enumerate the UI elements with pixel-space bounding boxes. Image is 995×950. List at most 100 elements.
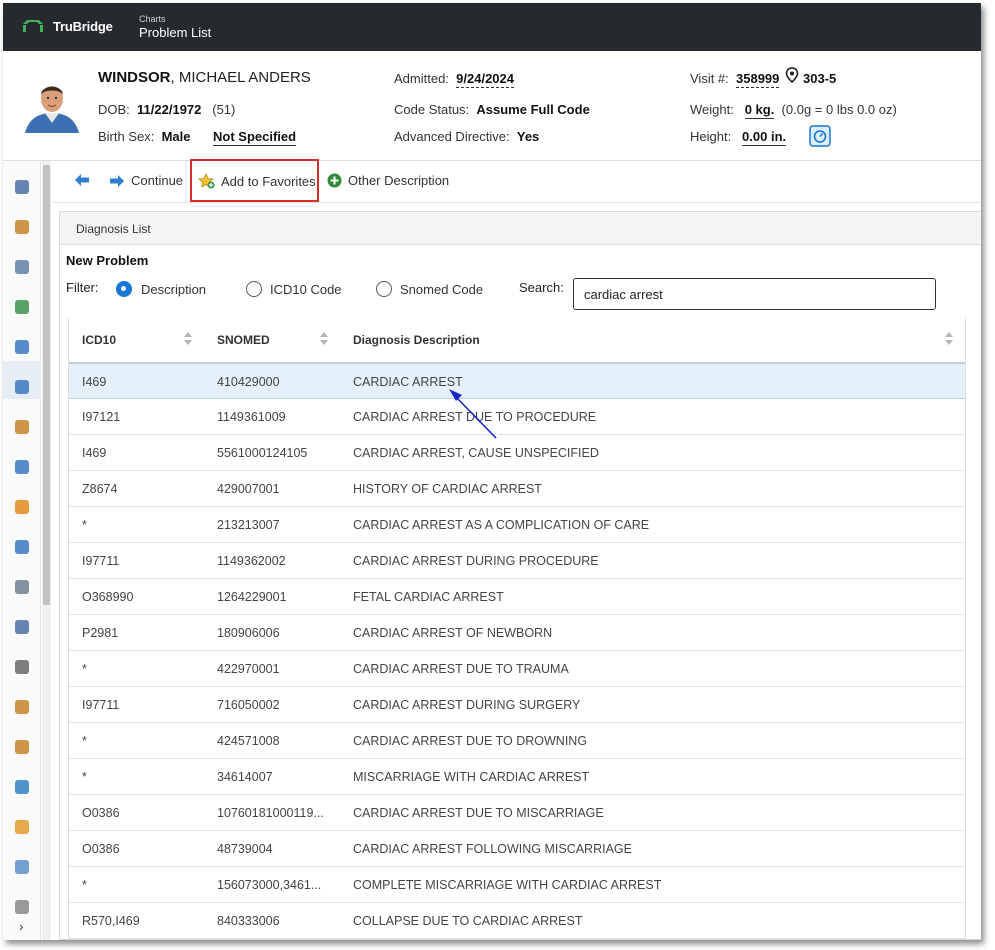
cell-description: CARDIAC ARREST DUE TO DROWNING bbox=[353, 734, 588, 748]
cell-snomed: 716050002 bbox=[217, 698, 280, 712]
table-row[interactable]: I97711 1149362002 CARDIAC ARREST DURING PR… bbox=[69, 543, 965, 579]
file-list-icon[interactable] bbox=[15, 620, 29, 634]
location-pin-icon bbox=[785, 67, 799, 83]
cell-snomed: 5561000124105 bbox=[217, 446, 308, 460]
table-header: ICD10 SNOMED Diagnosis Description bbox=[69, 318, 965, 363]
rail-scrollbar-thumb[interactable] bbox=[43, 165, 50, 605]
radio-icd10-label[interactable]: ICD10 Code bbox=[270, 282, 342, 297]
medical-folder-icon[interactable] bbox=[15, 820, 29, 834]
column-header-icd10[interactable]: ICD10 bbox=[82, 333, 116, 347]
scale-icon[interactable] bbox=[809, 125, 831, 147]
table-row[interactable]: * 34614007 MISCARRIAGE WITH CARDIAC ARREST bbox=[69, 759, 965, 795]
alert-icon[interactable] bbox=[15, 500, 29, 514]
cell-snomed: 410429000 bbox=[217, 375, 280, 389]
cell-icd10: I97711 bbox=[82, 698, 120, 712]
cell-description: CARDIAC ARREST AS A COMPLICATION OF CARE bbox=[353, 518, 650, 532]
table-row[interactable]: * 156073000,3461... COMPLETE MISCARRIAGE W… bbox=[69, 867, 965, 903]
table-row[interactable]: * 213213007 CARDIAC ARREST AS A COMPLICATI… bbox=[69, 507, 965, 543]
height-value[interactable]: 0.00 in. bbox=[742, 129, 787, 146]
table-row[interactable]: O368990 1264229001 FETAL CARDIAC ARREST bbox=[69, 579, 965, 615]
continue-button[interactable]: Continue bbox=[109, 173, 183, 188]
other-description-button[interactable]: Other Description bbox=[327, 173, 449, 188]
arrow-right-icon bbox=[110, 174, 124, 187]
toolbar: Continue Add to Favorites Other Descript… bbox=[52, 159, 981, 203]
stack-icon[interactable] bbox=[15, 580, 29, 594]
radio-snomed-code[interactable] bbox=[376, 281, 392, 297]
document-icon[interactable] bbox=[15, 260, 29, 274]
checklist-icon[interactable] bbox=[15, 380, 29, 394]
column-header-description[interactable]: Diagnosis Description bbox=[353, 333, 480, 347]
world-icon[interactable] bbox=[15, 780, 29, 794]
birth-sex-line: Birth Sex: Male bbox=[98, 129, 191, 144]
radio-icd10-code[interactable] bbox=[246, 281, 262, 297]
table-row[interactable]: R570,I469 840333006 COLLAPSE DUE TO CARDIA… bbox=[69, 903, 965, 939]
cell-icd10: * bbox=[82, 878, 87, 892]
code-status-value: Assume Full Code bbox=[476, 102, 590, 117]
chevron-right-icon[interactable]: › bbox=[19, 918, 24, 934]
globe-check-icon[interactable] bbox=[15, 300, 29, 314]
table-row[interactable]: I97711 716050002 CARDIAC ARREST DURING SUR… bbox=[69, 687, 965, 723]
diagnosis-table: ICD10 SNOMED Diagnosis Description I469 4… bbox=[68, 318, 966, 940]
cell-icd10: O0386 bbox=[82, 842, 120, 856]
flask-icon[interactable] bbox=[15, 860, 29, 874]
table-row[interactable]: Z8674 429007001 HISTORY OF CARDIAC ARREST bbox=[69, 471, 965, 507]
radio-description[interactable] bbox=[116, 281, 132, 297]
cell-icd10: I97711 bbox=[82, 554, 120, 568]
sort-snomed-icon[interactable] bbox=[320, 332, 328, 346]
visit-number[interactable]: 358999 bbox=[736, 71, 780, 88]
table-row[interactable]: I469 5561000124105 CARDIAC ARREST, CAUSE U… bbox=[69, 435, 965, 471]
sort-description-icon[interactable] bbox=[945, 332, 953, 346]
plus-circle-icon bbox=[327, 173, 342, 188]
radio-snomed-label[interactable]: Snomed Code bbox=[400, 282, 483, 297]
cell-snomed: 1264229001 bbox=[217, 590, 287, 604]
directive-line: Advanced Directive: Yes bbox=[394, 129, 540, 144]
people-chat-icon[interactable] bbox=[15, 420, 29, 434]
panel-title: Diagnosis List bbox=[76, 222, 151, 236]
clipboard-edit-icon[interactable] bbox=[15, 340, 29, 354]
admitted-date[interactable]: 9/24/2024 bbox=[456, 71, 514, 88]
users-chat-icon[interactable] bbox=[15, 740, 29, 754]
breadcrumb[interactable]: Charts bbox=[139, 14, 166, 24]
age-value: (51) bbox=[212, 102, 236, 117]
table-row[interactable]: * 422970001 CARDIAC ARREST DUE TO TRAUMA bbox=[69, 651, 965, 687]
cell-description: FETAL CARDIAC ARREST bbox=[353, 590, 504, 604]
sort-icd10-icon[interactable] bbox=[184, 332, 192, 346]
patient-name[interactable]: WINDSOR, MICHAEL ANDERS bbox=[98, 69, 311, 86]
weight-value[interactable]: 0 kg. bbox=[744, 102, 775, 119]
brand-name: TruBridge bbox=[53, 19, 113, 34]
gender-link[interactable]: Not Specified bbox=[213, 129, 297, 146]
users-icon[interactable] bbox=[15, 220, 29, 234]
cell-description: CARDIAC ARREST DUE TO TRAUMA bbox=[353, 662, 569, 676]
cell-description: COMPLETE MISCARRIAGE WITH CARDIAC ARREST bbox=[353, 878, 662, 892]
cell-snomed: 34614007 bbox=[217, 770, 273, 784]
table-row[interactable]: P2981 180906006 CARDIAC ARREST OF NEWBORN bbox=[69, 615, 965, 651]
cell-icd10: O368990 bbox=[82, 590, 134, 604]
table-row[interactable]: O0386 48739004 CARDIAC ARREST FOLLOWING MI… bbox=[69, 831, 965, 867]
calendar-list-icon[interactable] bbox=[15, 460, 29, 474]
table-row[interactable]: O0386 10760181000119... CARDIAC ARREST DUE… bbox=[69, 795, 965, 831]
cell-description: CARDIAC ARREST DURING SURGERY bbox=[353, 698, 581, 712]
cell-snomed: 429007001 bbox=[217, 482, 280, 496]
column-header-snomed[interactable]: SNOMED bbox=[217, 333, 270, 347]
table-row[interactable]: I469 410429000 CARDIAC ARREST bbox=[69, 363, 965, 399]
cell-icd10: Z8674 bbox=[82, 482, 118, 496]
cell-description: CARDIAC ARREST DURING PROCEDURE bbox=[353, 554, 599, 568]
table-row[interactable]: I97121 1149361009 CARDIAC ARREST DUE TO PR… bbox=[69, 399, 965, 435]
table-row[interactable]: * 424571008 CARDIAC ARREST DUE TO DROWNING bbox=[69, 723, 965, 759]
cell-icd10: R570,I469 bbox=[82, 914, 140, 928]
database-icon[interactable] bbox=[15, 180, 29, 194]
directive-value: Yes bbox=[516, 129, 540, 144]
cell-description: CARDIAC ARREST, CAUSE UNSPECIFIED bbox=[353, 446, 599, 460]
radio-description-label[interactable]: Description bbox=[141, 282, 206, 297]
cell-description: CARDIAC ARREST DUE TO PROCEDURE bbox=[353, 410, 597, 424]
person-icon[interactable] bbox=[15, 700, 29, 714]
cell-snomed: 424571008 bbox=[217, 734, 280, 748]
add-to-favorites-button[interactable]: Add to Favorites bbox=[198, 173, 316, 189]
back-button[interactable] bbox=[74, 173, 90, 187]
rail-scrollbar[interactable] bbox=[42, 161, 51, 940]
search-input[interactable] bbox=[573, 278, 936, 310]
cell-icd10: I97121 bbox=[82, 410, 121, 424]
edit-icon[interactable] bbox=[15, 900, 29, 914]
person-globe-icon[interactable] bbox=[15, 540, 29, 554]
phone-icon[interactable] bbox=[15, 660, 29, 674]
